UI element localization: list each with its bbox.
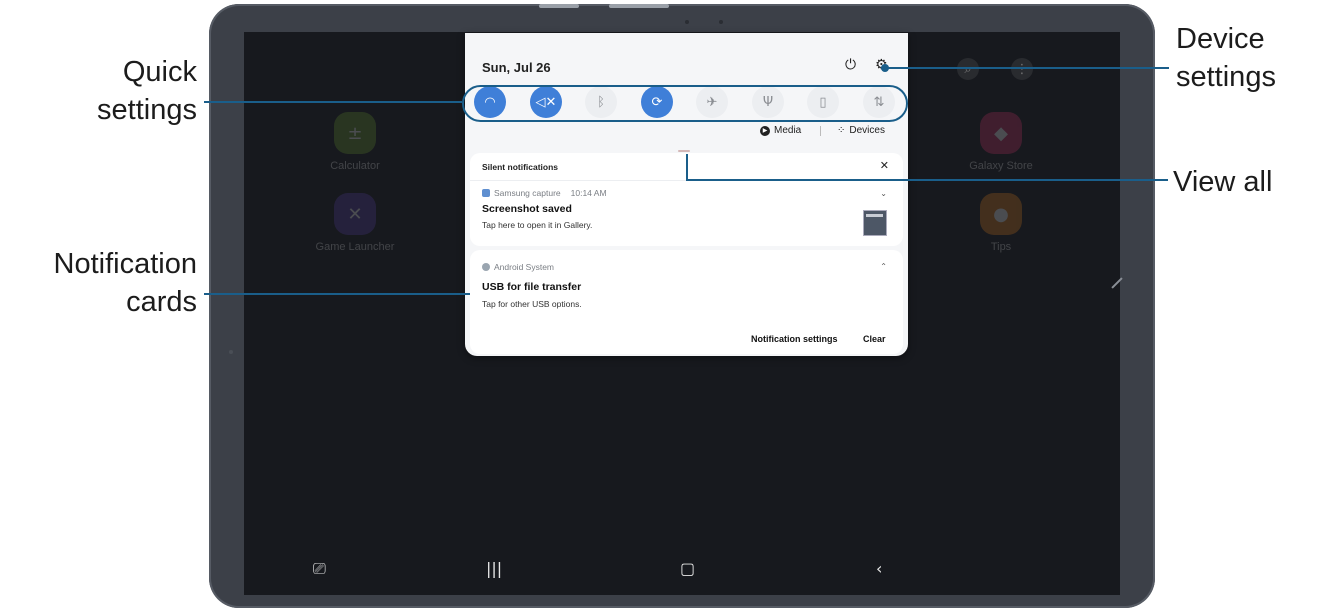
devices-button[interactable]: ⁘ Devices — [837, 125, 885, 136]
back-icon[interactable]: ‹ — [876, 559, 882, 578]
quick-settings-highlight — [462, 85, 908, 122]
screenshot-icon[interactable]: ⎚ — [313, 559, 326, 579]
game-launcher-icon: ✕ — [334, 193, 376, 235]
notification-card[interactable]: Android System ⌃ USB for file transfer T… — [470, 250, 903, 354]
notification-source: Samsung capture 10:14 AM — [482, 188, 607, 198]
callout-text: settings — [1176, 61, 1276, 93]
recent-apps-icon[interactable]: ||| — [486, 559, 502, 578]
notification-source: Android System — [482, 262, 554, 272]
device-settings-leader — [886, 67, 1169, 69]
app-calculator[interactable]: ± Calculator — [310, 112, 400, 172]
close-icon[interactable]: ✕ — [880, 159, 889, 172]
callout-notification-cards: Notification cards — [0, 245, 197, 321]
app-game-launcher[interactable]: ✕ Game Launcher — [310, 193, 400, 253]
separator — [820, 126, 821, 136]
app-label: Calculator — [330, 160, 380, 172]
lightbulb-icon: ● — [980, 193, 1022, 235]
devices-label: Devices — [849, 125, 885, 136]
notification-panel: Sun, Jul 26 ⏻ ⚙ ◠ ◁✕ ᛒ ⟳ ✈ Ψ ▯ ⇅ ▶ Media… — [465, 33, 908, 356]
notification-settings-button[interactable]: Notification settings — [751, 334, 838, 344]
notification-title: USB for file transfer — [482, 281, 582, 293]
more-options-icon[interactable]: ⋮ — [1011, 58, 1033, 80]
clear-button[interactable]: Clear — [863, 334, 886, 344]
side-sensor — [229, 350, 233, 354]
devices-grid-icon: ⁘ — [837, 125, 846, 136]
app-label: Tips — [990, 241, 1012, 253]
notification-cards-leader — [204, 293, 470, 295]
calculator-icon: ± — [334, 112, 376, 154]
chevron-down-icon[interactable]: ⌄ — [880, 189, 887, 198]
media-button[interactable]: ▶ Media — [760, 125, 801, 136]
samsung-capture-icon — [482, 189, 490, 197]
callout-text: Device — [1176, 23, 1265, 55]
screenshot-thumbnail[interactable] — [863, 210, 887, 236]
power-side-button — [609, 4, 669, 8]
callout-text: Notification — [53, 248, 197, 280]
home-icon[interactable]: ▢ — [680, 559, 695, 578]
callout-text: Quick — [122, 56, 197, 88]
app-label: Game Launcher — [315, 241, 395, 253]
view-all-handle[interactable] — [678, 150, 690, 152]
view-all-leader — [686, 179, 1168, 181]
front-camera — [685, 20, 689, 24]
callout-text: settings — [97, 94, 197, 126]
callout-quick-settings: Quick settings — [90, 53, 197, 129]
search-icon[interactable]: ⌕ — [957, 58, 979, 80]
notification-body: Tap here to open it in Gallery. — [482, 220, 593, 230]
callout-view-all: View all — [1173, 166, 1273, 198]
callout-text: cards — [126, 286, 197, 318]
app-galaxy-store[interactable]: ◆ Galaxy Store — [956, 112, 1046, 172]
view-all-leader-vertical — [686, 154, 688, 180]
notification-body: Tap for other USB options. — [482, 299, 582, 309]
app-name: Samsung capture — [494, 188, 561, 198]
app-label: Galaxy Store — [969, 160, 1033, 172]
android-system-icon — [482, 263, 490, 271]
shopping-bag-icon: ◆ — [980, 112, 1022, 154]
play-icon: ▶ — [760, 125, 770, 136]
silent-notifications-header: Silent notifications — [482, 162, 559, 172]
sensor — [719, 20, 723, 24]
notification-time: 10:14 AM — [570, 188, 607, 198]
volume-button — [539, 4, 579, 8]
chevron-up-icon[interactable]: ⌃ — [880, 262, 887, 271]
notification-title: Screenshot saved — [482, 203, 572, 215]
app-name: Android System — [494, 262, 554, 272]
callout-device-settings: Device settings — [1176, 20, 1276, 96]
app-tips[interactable]: ● Tips — [956, 193, 1046, 253]
power-icon[interactable]: ⏻ — [845, 57, 856, 73]
panel-date: Sun, Jul 26 — [482, 60, 551, 75]
media-label: Media — [774, 125, 802, 136]
quick-settings-leader — [204, 101, 462, 103]
